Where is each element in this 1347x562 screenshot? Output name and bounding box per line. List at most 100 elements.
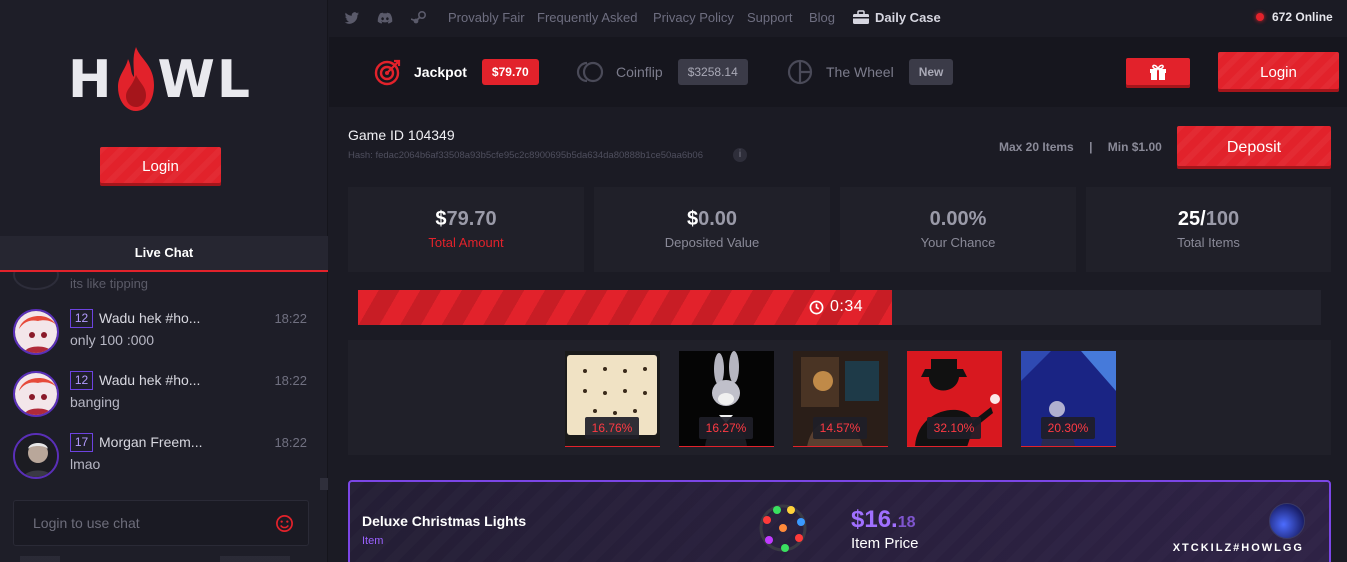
min-amount-text: Min $1.00 — [1107, 140, 1162, 154]
nav-link-faq[interactable]: Frequently Asked — [537, 10, 637, 25]
online-status-dot — [1256, 13, 1264, 21]
target-icon — [374, 59, 401, 86]
stat-number: 0.00 — [698, 208, 738, 230]
live-chat-header: Live Chat — [0, 236, 328, 272]
app-root: H WL Login Live Chat its like tipping 12… — [0, 0, 1347, 562]
item-chance-percent: 16.27% — [699, 417, 753, 439]
chat-message-text: its like tipping — [70, 276, 149, 291]
pot-item-card[interactable]: 32.10% — [907, 351, 1002, 447]
header-login-button[interactable]: Login — [1218, 52, 1339, 92]
chat-timestamp: 18:22 — [274, 373, 307, 388]
avatar[interactable] — [13, 433, 59, 479]
logo-letters-wl: WL — [157, 50, 253, 110]
chat-input[interactable] — [33, 515, 263, 531]
avatar[interactable] — [1269, 503, 1305, 539]
pot-item-card[interactable]: 16.27% — [679, 351, 774, 447]
emoji-icon[interactable] — [275, 514, 294, 533]
tab-coinflip[interactable]: Coinflip $3258.14 — [576, 37, 748, 107]
chat-scrollbar[interactable] — [320, 478, 328, 490]
new-badge: New — [908, 59, 954, 85]
nav-link-support[interactable]: Support — [747, 10, 793, 25]
stat-label: Total Items — [1177, 235, 1240, 250]
chat-message-text: banging — [70, 394, 120, 410]
item-type: Item — [362, 535, 384, 547]
deposit-limits: Max 20 Items | Min $1.00 — [999, 140, 1162, 154]
stat-prefix: $ — [686, 208, 699, 230]
item-chance-percent: 20.30% — [1041, 417, 1095, 439]
max-items-text: Max 20 Items — [999, 140, 1074, 154]
avatar[interactable] — [13, 309, 59, 355]
sidebar: H WL Login Live Chat its like tipping 12… — [0, 0, 328, 562]
tab-the-wheel[interactable]: The Wheel New — [786, 37, 954, 107]
online-count: 672 Online — [1272, 10, 1333, 24]
stat-total-amount: $79.70 Total Amount — [348, 187, 584, 272]
stat-total-items: 25/100 Total Items — [1086, 187, 1331, 272]
stat-label: Deposited Value — [664, 235, 760, 250]
deposit-button[interactable]: Deposit — [1177, 126, 1331, 169]
tab-jackpot[interactable]: Jackpot $79.70 — [374, 37, 539, 107]
stat-label: Your Chance — [920, 235, 996, 250]
game-id: Game ID 104349 — [348, 127, 455, 143]
sidebar-login-button[interactable]: Login — [100, 147, 221, 186]
item-price-label: Item Price — [851, 535, 919, 552]
timer-countdown: 0:34 — [830, 298, 864, 315]
timer-progress-fill: 0:34 — [358, 290, 893, 325]
pot-item-card[interactable]: 16.76% — [565, 351, 660, 447]
nav-link-blog[interactable]: Blog — [809, 10, 835, 25]
steam-icon[interactable] — [411, 10, 427, 26]
price-main: $16. — [851, 506, 898, 533]
logo-letter-h: H — [68, 50, 114, 110]
item-chance-percent: 32.10% — [927, 417, 981, 439]
stat-value: $0.00 — [594, 208, 830, 231]
case-icon[interactable] — [852, 9, 870, 25]
twitter-icon[interactable] — [344, 10, 360, 26]
item-chance-percent: 16.76% — [585, 417, 639, 439]
tab-the-wheel-label: The Wheel — [826, 64, 894, 80]
gift-icon — [1150, 64, 1166, 80]
pot-item-card[interactable]: 14.57% — [793, 351, 888, 447]
chat-message-list[interactable]: its like tipping 12 Wadu hek #ho... 18:2… — [0, 272, 320, 490]
gift-button[interactable] — [1126, 58, 1190, 88]
user-level-badge: 12 — [70, 309, 93, 328]
stat-your-chance: 0.00% Your Chance — [840, 187, 1076, 272]
tab-coinflip-label: Coinflip — [616, 64, 663, 80]
info-icon[interactable]: i — [733, 148, 747, 162]
user-level-badge: 17 — [70, 433, 93, 452]
stat-value: 25/100 — [1086, 208, 1331, 231]
limits-separator: | — [1089, 140, 1093, 154]
wheel-icon — [787, 59, 813, 85]
stat-label: Total Amount — [428, 235, 504, 250]
chat-username[interactable]: Morgan Freem... — [99, 434, 209, 450]
game-hash: Hash: fedac2064b6af33508a93b5cfe95c2c890… — [348, 150, 703, 161]
coinflip-value-badge: $3258.14 — [677, 59, 748, 85]
chat-username[interactable]: Wadu hek #ho... — [99, 310, 209, 326]
user-level-badge: 12 — [70, 371, 93, 390]
deposited-item-card[interactable]: Deluxe Christmas Lights Item $16.18 Item… — [348, 480, 1331, 562]
chat-timestamp: 18:22 — [274, 435, 307, 450]
top-nav: Provably Fair Frequently Asked Privacy P… — [329, 0, 1347, 36]
stat-prefix: 25/ — [1177, 208, 1206, 230]
chat-message-text: only 100 :000 — [70, 332, 155, 348]
pot-items-row: 16.76% 16.27% 14.57% 32.10% 20.30% — [348, 340, 1331, 455]
nav-link-provably-fair[interactable]: Provably Fair — [448, 10, 525, 25]
flame-icon — [117, 47, 154, 111]
chat-message: 12 Wadu hek #ho... 18:22 only 100 :000 — [0, 309, 320, 365]
avatar[interactable] — [13, 371, 59, 417]
pot-item-card[interactable]: 20.30% — [1021, 351, 1116, 447]
stat-number: 100 — [1205, 208, 1240, 230]
stat-number: 0.00% — [929, 208, 987, 230]
chat-username[interactable]: Wadu hek #ho... — [99, 372, 209, 388]
depositor-username[interactable]: XTCKILZ#HOWLGG — [1173, 542, 1304, 554]
price-cents: 18 — [897, 514, 916, 531]
round-timer-bar: 0:34 — [358, 290, 1321, 325]
howl-logo[interactable]: H WL — [68, 44, 258, 116]
game-tab-bar: Jackpot $79.70 Coinflip $3258.14 The Whe… — [329, 37, 1347, 107]
stat-value: $79.70 — [348, 208, 584, 231]
item-chance-percent: 14.57% — [813, 417, 867, 439]
jackpot-value-badge: $79.70 — [481, 59, 539, 85]
clock-icon — [809, 300, 824, 315]
chat-message-text: lmao — [70, 456, 101, 472]
nav-link-privacy[interactable]: Privacy Policy — [653, 10, 734, 25]
discord-icon[interactable] — [377, 10, 393, 26]
daily-case-link[interactable]: Daily Case — [875, 10, 941, 25]
